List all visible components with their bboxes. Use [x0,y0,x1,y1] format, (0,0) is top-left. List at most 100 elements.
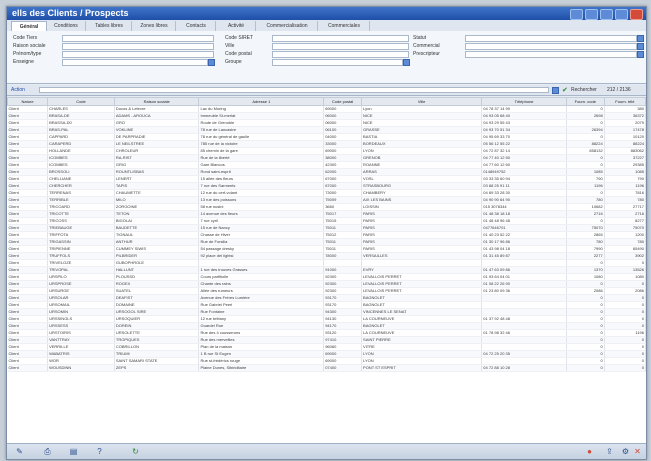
code-postal-input[interactable] [272,51,409,58]
table-row[interactable]: Client URSOMIN URSOGOL SIRE Rue Fontaine 943… [7,308,646,316]
table-row[interactable]: Client TRIGASSIN ANTHUR Rue de Forsilia 7501… [7,238,646,246]
column-header[interactable]: Adresse 1 [198,97,325,106]
column-header[interactable]: Nature [7,97,49,106]
close-icon[interactable] [630,9,643,20]
new-record-icon[interactable]: ✎ [15,447,24,456]
settings-icon[interactable]: ⚙ [621,447,630,456]
column-header[interactable]: Code postal [323,97,363,106]
table-row[interactable]: Client CHARLES Ducos & Lefevre Lac du Morin… [7,105,646,113]
help-icon[interactable] [585,9,598,20]
table-row[interactable]: Client CHERCHER TAPIS 7 rue des Sarments 670… [7,182,646,190]
stop-icon[interactable]: ● [585,447,594,456]
chevron-down-icon[interactable] [552,87,559,94]
app-icon[interactable] [570,9,583,20]
table-row[interactable]: Client WABATRIS TRIUMI 1 B rue St Eugen 6900… [7,350,646,358]
chevron-down-icon[interactable] [403,59,410,66]
table-row[interactable]: Client TRIVELOZE GUBOPHROLE 0 0 [7,259,646,267]
close-icon[interactable]: ✕ [633,447,642,456]
table-row[interactable]: Client HOLLANDE CHROLEUR 85 chemin de la ga… [7,147,646,155]
quick-search-input[interactable] [39,87,549,93]
table-row[interactable]: Client URSOMAIL DOMAINE Rue Gabriel Peeri 93… [7,301,646,309]
table-cell: 0 [604,315,646,323]
table-cell: GRASSE [361,126,483,134]
prescripteur-select[interactable] [465,51,637,58]
search-button[interactable]: Rechercher [571,87,597,93]
table-row[interactable]: Client CARAPERD LE NEILSTREE 785 rue de la … [7,140,646,148]
table-row[interactable]: Client URSOLAR DEAFIST Avenue des Frères Lu… [7,294,646,302]
prenom-input[interactable] [62,51,214,58]
table-row[interactable]: Client URSSESS DOREIN Guardel Rue 94170 BAGNO… [7,322,646,330]
table-row[interactable]: Client TRICOSS BIGOLAI 7 rue cyril 75015 PARI… [7,217,646,225]
minimize-icon[interactable] [600,9,613,20]
table-row[interactable]: Client URSPROSE ROGEX Chante des rains 92300… [7,280,646,288]
table-row[interactable]: Client BRAS-PAL VOKLINE 78 rue de Lancastre… [7,126,646,134]
table-row[interactable]: Client URSTOIRIS URSOLETTE Rue des 4 cousse… [7,329,646,337]
table-row[interactable]: Client ICOMBES GRIG Gare Blancos 42300 ROANNE… [7,161,646,169]
column-header[interactable]: Fourn. télé [603,97,646,106]
tab-activite[interactable]: Activité [217,21,256,31]
bottom-toolbar: ✎ ⎙ ▤ ? ↻ ● ⇪ ⚙ ✕ [7,443,646,459]
table-row[interactable]: Client BRASSA-D0 GRO Route de Grenoble 06000… [7,119,646,127]
tab-contacts[interactable]: Contacts [177,21,216,31]
checkmark-icon[interactable]: ✔ [562,86,568,94]
table-row[interactable]: Client URSPILO PLOUSSD Cours parfitiolle 923… [7,273,646,281]
table-row[interactable]: Client TRUFFOLS PILBRIDER 92 place del ligh… [7,252,646,260]
table-row[interactable]: Client TRICOARD ZORGOINE 58 rue nusini 3660 L… [7,203,646,211]
help-icon[interactable]: ? [95,447,104,456]
tab-zones-libres[interactable]: Zones libres [133,21,176,31]
column-header[interactable]: Fourn. code [565,97,605,106]
table-cell: Client [7,217,49,225]
chevron-down-icon[interactable] [637,43,644,50]
table-row[interactable]: Client VERRILLE COBRILLON Plan de la maison… [7,343,646,351]
tab-conditions[interactable]: Conditions [47,21,86,31]
enseigne-select[interactable] [62,59,208,66]
print-icon[interactable]: ⎙ [43,447,52,456]
commercial-select[interactable] [465,43,637,50]
table-row[interactable]: Client TRIPIENNE CUMMEY SIWIS 54 passage dr… [7,245,646,253]
statut-select[interactable] [465,35,637,42]
chevron-down-icon[interactable] [637,51,644,58]
tab-commercialisation[interactable]: Commercialisation [257,21,318,31]
table-cell: LENERT [114,175,200,183]
tab-tables-libres[interactable]: Tables libres [87,21,132,31]
table-row[interactable]: Client VANTTRAY TROPIQUES Rue des merveille… [7,336,646,344]
table-row[interactable]: Client CAPPARD DE PARPRADIE 78 rue du génér… [7,133,646,141]
table-row[interactable]: Client URSSINGLS URSOQUIER 12 rue brittany 9… [7,315,646,323]
column-header[interactable]: Code [47,97,115,106]
export-icon[interactable]: ⇪ [605,447,614,456]
column-header[interactable]: Téléphone [481,97,567,106]
table-row[interactable]: Client WOR SAINT SAMARI STATE Rue st-frédér… [7,357,646,365]
tab-commerciales[interactable]: Commerciales [319,21,370,31]
document-icon[interactable]: ▤ [69,447,78,456]
ville-input[interactable] [272,43,409,50]
table-row[interactable]: Client WOUSDINN ZEPS Plaine Dunes, Sibiridi… [7,364,646,372]
table-cell: 0 [566,336,605,344]
table-row[interactable]: Client TRIEBAUGE BAUDETTE 15 rue de Nancy 75… [7,224,646,232]
chevron-down-icon[interactable] [637,35,644,42]
action-menu[interactable]: Action [11,87,25,93]
table-row[interactable]: Client TERRIBLE MILO 13 rue des poissons 750… [7,196,646,204]
table-row[interactable]: Client URSURGE SUATEL Allée des rumeurs 9230… [7,287,646,295]
table-cell: Rue de la liberté [198,154,325,162]
code-siret-input[interactable] [272,35,409,42]
chevron-down-icon[interactable] [208,59,215,66]
groupe-select[interactable] [272,59,403,66]
raison-sociale-input[interactable] [62,43,214,50]
table-row[interactable]: Client ICOMBES RA-RIST Rue de la liberté 380… [7,154,646,162]
refresh-icon[interactable]: ↻ [131,447,140,456]
table-row[interactable]: Client BROSSOLI ROUNTLISBAS Rond saint-espr… [7,168,646,176]
table-cell: 2079 [604,119,646,127]
code-tiers-input[interactable] [62,35,214,42]
table-cell: 33000 [323,140,363,148]
table-cell: URSPILO [47,273,115,281]
table-row[interactable]: Client TRICOTTE TETON 14 avenue des fleurs 7… [7,210,646,218]
table-row[interactable]: Client TRIFFOTA TIGNAUL Chasse de Hiver 7501… [7,231,646,239]
maximize-icon[interactable] [615,9,628,20]
title-bar[interactable]: ells des Clients / Prospects [7,7,646,20]
table-row[interactable]: Client TERRENAS CHAUMETTE 12 rue du cerf-vo… [7,189,646,197]
column-header[interactable]: Ville [361,97,483,106]
table-row[interactable]: Client TRIVOPAL HALLUNT 1 rue des trouves G… [7,266,646,274]
table-row[interactable]: Client BRASA-DE ADAMS - AROUCA Immeuble St-… [7,112,646,120]
column-header[interactable]: Raison sociale [113,97,200,106]
table-row[interactable]: Client CHELLIANE LENERT 15 allée des fleurs… [7,175,646,183]
